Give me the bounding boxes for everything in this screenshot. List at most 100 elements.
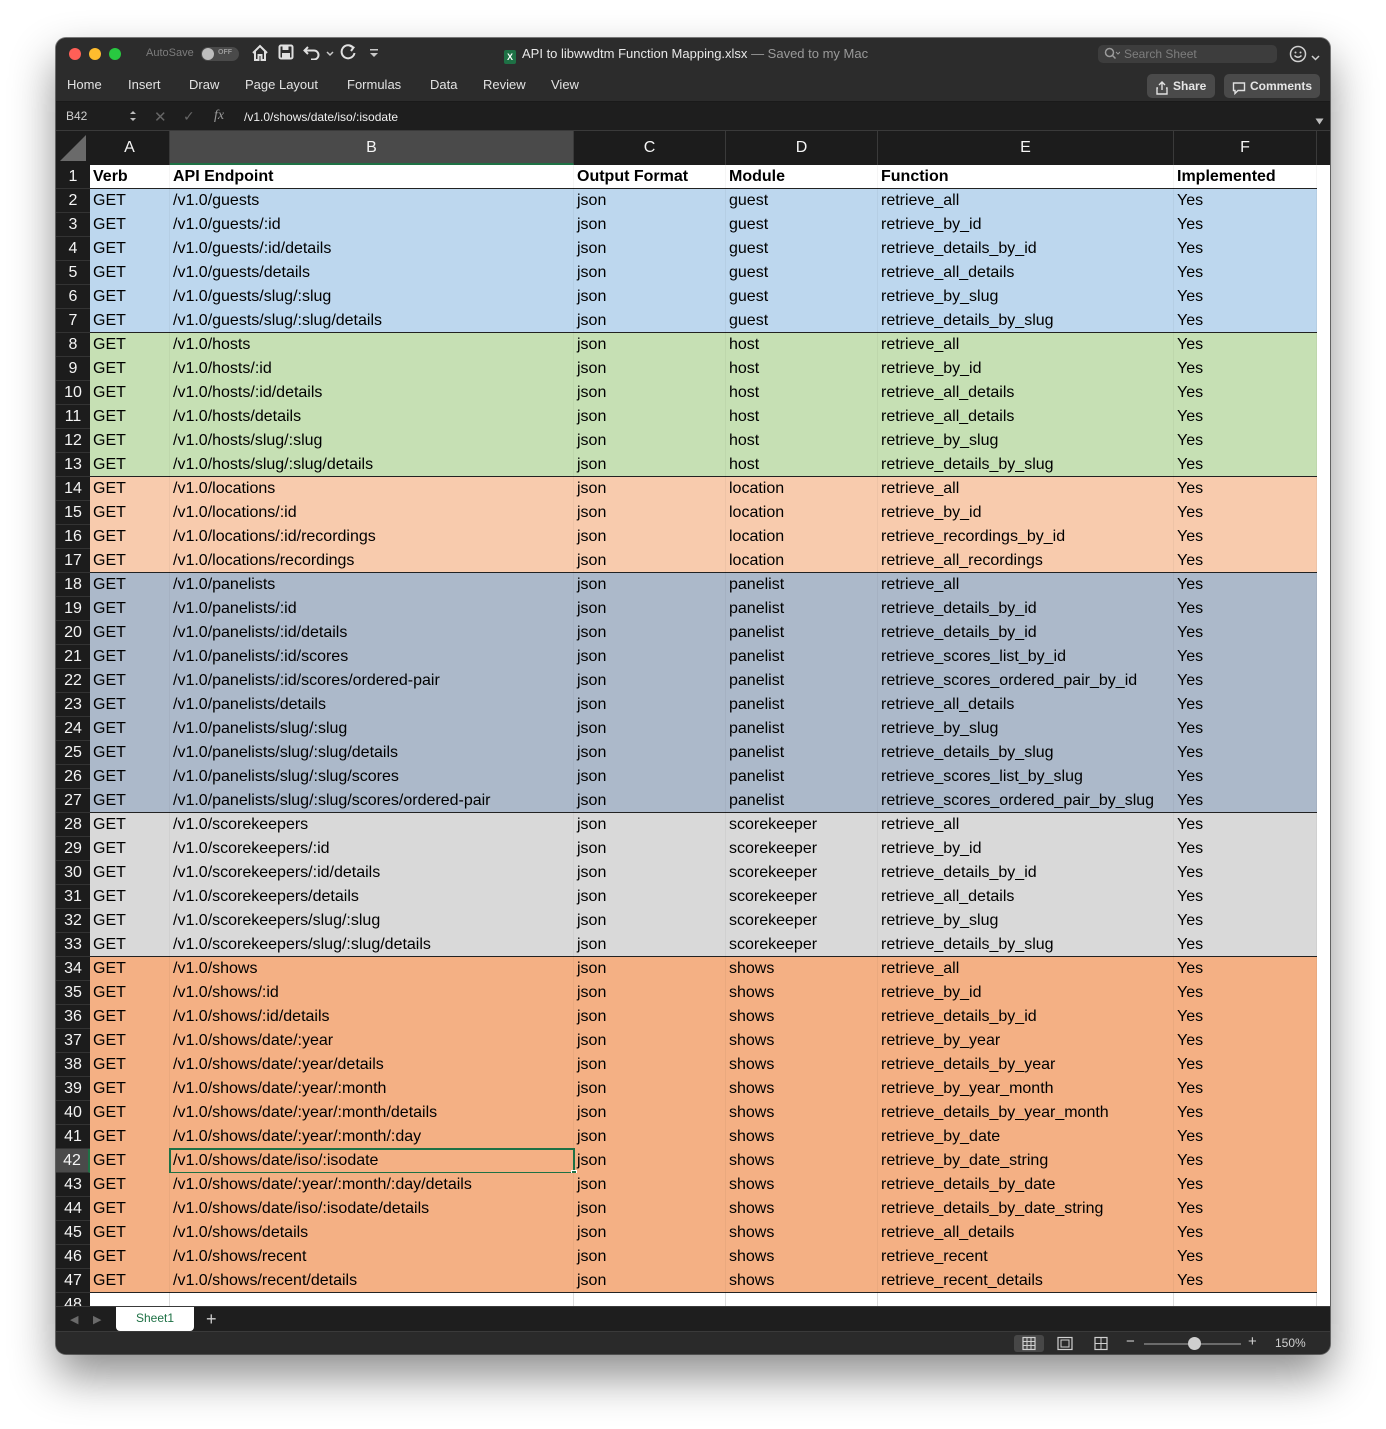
cell-c27[interactable]: json bbox=[574, 789, 726, 813]
cell-e33[interactable]: retrieve_details_by_slug bbox=[878, 933, 1174, 957]
row-header-21[interactable]: 21 bbox=[56, 645, 90, 669]
cell-e36[interactable]: retrieve_details_by_id bbox=[878, 1005, 1174, 1029]
cell-a12[interactable]: GET bbox=[90, 429, 170, 453]
empty-cell[interactable] bbox=[878, 1293, 1174, 1306]
cell-a42[interactable]: GET bbox=[90, 1149, 170, 1173]
cell-c18[interactable]: json bbox=[574, 573, 726, 597]
cell-f36[interactable]: Yes bbox=[1174, 1005, 1317, 1029]
cell-b24[interactable]: /v1.0/panelists/slug/:slug bbox=[170, 717, 574, 741]
cell-e26[interactable]: retrieve_scores_list_by_slug bbox=[878, 765, 1174, 789]
tab-page-layout[interactable]: Page Layout bbox=[245, 77, 318, 92]
add-sheet-icon[interactable]: + bbox=[206, 1308, 217, 1330]
cell-e12[interactable]: retrieve_by_slug bbox=[878, 429, 1174, 453]
row-header-18[interactable]: 18 bbox=[56, 573, 90, 597]
cell-f21[interactable]: Yes bbox=[1174, 645, 1317, 669]
row-header-10[interactable]: 10 bbox=[56, 381, 90, 405]
cell-b29[interactable]: /v1.0/scorekeepers/:id bbox=[170, 837, 574, 861]
cell-c8[interactable]: json bbox=[574, 333, 726, 357]
cell-d7[interactable]: guest bbox=[726, 309, 878, 333]
cell-e44[interactable]: retrieve_details_by_date_string bbox=[878, 1197, 1174, 1221]
cell-e2[interactable]: retrieve_all bbox=[878, 189, 1174, 213]
cell-a8[interactable]: GET bbox=[90, 333, 170, 357]
search-sheet-box[interactable] bbox=[1098, 45, 1277, 63]
cell-d6[interactable]: guest bbox=[726, 285, 878, 309]
cell-b35[interactable]: /v1.0/shows/:id bbox=[170, 981, 574, 1005]
cell-f23[interactable]: Yes bbox=[1174, 693, 1317, 717]
cell-b46[interactable]: /v1.0/shows/recent bbox=[170, 1245, 574, 1269]
cell-c11[interactable]: json bbox=[574, 405, 726, 429]
cell-f12[interactable]: Yes bbox=[1174, 429, 1317, 453]
cell-b28[interactable]: /v1.0/scorekeepers bbox=[170, 813, 574, 837]
cell-d42[interactable]: shows bbox=[726, 1149, 878, 1173]
autosave-toggle[interactable]: OFF bbox=[201, 47, 239, 61]
cell-a43[interactable]: GET bbox=[90, 1173, 170, 1197]
cell-a9[interactable]: GET bbox=[90, 357, 170, 381]
cell-c37[interactable]: json bbox=[574, 1029, 726, 1053]
cell-a40[interactable]: GET bbox=[90, 1101, 170, 1125]
cell-b22[interactable]: /v1.0/panelists/:id/scores/ordered-pair bbox=[170, 669, 574, 693]
cell-c21[interactable]: json bbox=[574, 645, 726, 669]
cell-e43[interactable]: retrieve_details_by_date bbox=[878, 1173, 1174, 1197]
cell-d20[interactable]: panelist bbox=[726, 621, 878, 645]
row-header-28[interactable]: 28 bbox=[56, 813, 90, 837]
cell-f6[interactable]: Yes bbox=[1174, 285, 1317, 309]
row-header-38[interactable]: 38 bbox=[56, 1053, 90, 1077]
cell-a18[interactable]: GET bbox=[90, 573, 170, 597]
cell-e9[interactable]: retrieve_by_id bbox=[878, 357, 1174, 381]
cell-b42[interactable]: /v1.0/shows/date/iso/:isodate bbox=[170, 1149, 574, 1173]
row-header-3[interactable]: 3 bbox=[56, 213, 90, 237]
zoom-level[interactable]: 150% bbox=[1275, 1336, 1306, 1350]
save-icon[interactable] bbox=[276, 44, 296, 64]
column-header-c[interactable]: C bbox=[574, 131, 726, 165]
cell-e20[interactable]: retrieve_details_by_id bbox=[878, 621, 1174, 645]
cell-d10[interactable]: host bbox=[726, 381, 878, 405]
row-header-40[interactable]: 40 bbox=[56, 1101, 90, 1125]
cell-f42[interactable]: Yes bbox=[1174, 1149, 1317, 1173]
cell-b37[interactable]: /v1.0/shows/date/:year bbox=[170, 1029, 574, 1053]
cell-f8[interactable]: Yes bbox=[1174, 333, 1317, 357]
row-header-25[interactable]: 25 bbox=[56, 741, 90, 765]
cell-b19[interactable]: /v1.0/panelists/:id bbox=[170, 597, 574, 621]
cell-a32[interactable]: GET bbox=[90, 909, 170, 933]
select-all-corner[interactable] bbox=[56, 131, 90, 165]
customize-toolbar-icon[interactable] bbox=[364, 44, 384, 64]
cell-c47[interactable]: json bbox=[574, 1269, 726, 1293]
row-header-14[interactable]: 14 bbox=[56, 477, 90, 501]
sheet-tab-sheet1[interactable]: Sheet1 bbox=[116, 1307, 194, 1331]
cell-d39[interactable]: shows bbox=[726, 1077, 878, 1101]
cell-b13[interactable]: /v1.0/hosts/slug/:slug/details bbox=[170, 453, 574, 477]
page-break-view-icon[interactable] bbox=[1086, 1335, 1116, 1352]
cell-e21[interactable]: retrieve_scores_list_by_id bbox=[878, 645, 1174, 669]
cell-b34[interactable]: /v1.0/shows bbox=[170, 957, 574, 981]
cell-f35[interactable]: Yes bbox=[1174, 981, 1317, 1005]
cell-d43[interactable]: shows bbox=[726, 1173, 878, 1197]
cell-e8[interactable]: retrieve_all bbox=[878, 333, 1174, 357]
cell-f28[interactable]: Yes bbox=[1174, 813, 1317, 837]
cell-b40[interactable]: /v1.0/shows/date/:year/:month/details bbox=[170, 1101, 574, 1125]
cell-b7[interactable]: /v1.0/guests/slug/:slug/details bbox=[170, 309, 574, 333]
cell-c42[interactable]: json bbox=[574, 1149, 726, 1173]
header-cell-d[interactable]: Module bbox=[726, 165, 878, 189]
formula-input[interactable]: /v1.0/shows/date/iso/:isodate bbox=[244, 110, 398, 124]
cell-b3[interactable]: /v1.0/guests/:id bbox=[170, 213, 574, 237]
cell-e25[interactable]: retrieve_details_by_slug bbox=[878, 741, 1174, 765]
cell-e3[interactable]: retrieve_by_id bbox=[878, 213, 1174, 237]
row-header-2[interactable]: 2 bbox=[56, 189, 90, 213]
cell-c39[interactable]: json bbox=[574, 1077, 726, 1101]
row-header-8[interactable]: 8 bbox=[56, 333, 90, 357]
cell-c22[interactable]: json bbox=[574, 669, 726, 693]
cell-e29[interactable]: retrieve_by_id bbox=[878, 837, 1174, 861]
cell-c9[interactable]: json bbox=[574, 357, 726, 381]
name-box[interactable]: B42 bbox=[66, 109, 87, 123]
cell-a6[interactable]: GET bbox=[90, 285, 170, 309]
cell-f10[interactable]: Yes bbox=[1174, 381, 1317, 405]
cell-e16[interactable]: retrieve_recordings_by_id bbox=[878, 525, 1174, 549]
cell-c24[interactable]: json bbox=[574, 717, 726, 741]
cell-b32[interactable]: /v1.0/scorekeepers/slug/:slug bbox=[170, 909, 574, 933]
cell-a45[interactable]: GET bbox=[90, 1221, 170, 1245]
header-cell-a[interactable]: Verb bbox=[90, 165, 170, 189]
cell-f14[interactable]: Yes bbox=[1174, 477, 1317, 501]
minimize-window-button[interactable] bbox=[89, 48, 101, 60]
cell-e37[interactable]: retrieve_by_year bbox=[878, 1029, 1174, 1053]
row-header-36[interactable]: 36 bbox=[56, 1005, 90, 1029]
